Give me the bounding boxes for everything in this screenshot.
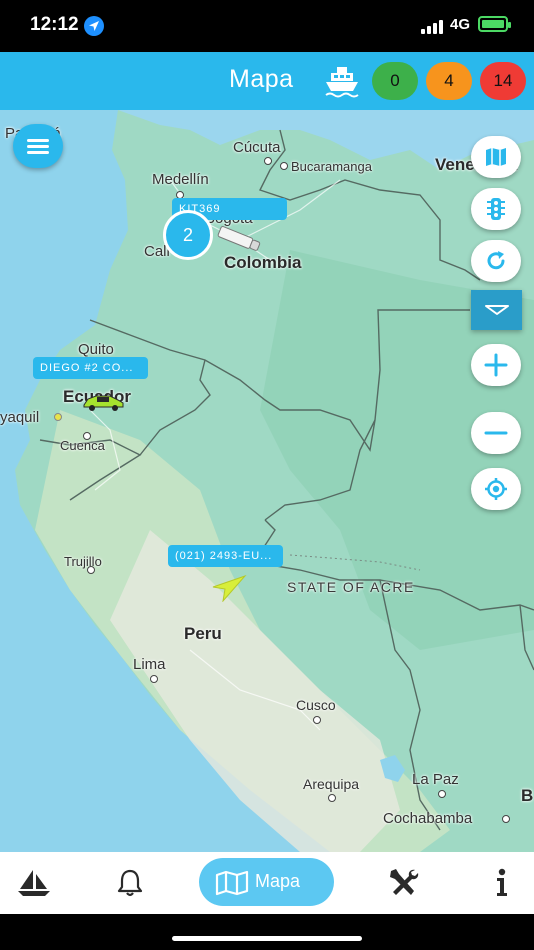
my-location-icon <box>485 478 507 500</box>
navigation-arrow-icon[interactable] <box>209 574 247 602</box>
place-medellin: Medellín <box>152 171 209 188</box>
refresh-icon <box>487 251 505 270</box>
place-guayaquil: yaquil <box>0 409 40 426</box>
city-dot <box>280 162 288 170</box>
truck-icon[interactable] <box>212 224 264 254</box>
collapse-button[interactable] <box>471 290 522 330</box>
place-cusco: Cusco <box>296 697 336 713</box>
status-count-green[interactable]: 0 <box>372 62 418 100</box>
map-layers-button[interactable] <box>471 136 521 178</box>
place-colombia: Colombia <box>224 253 302 272</box>
collapse-icon <box>485 305 509 315</box>
city-dot <box>328 794 336 802</box>
car-icon[interactable] <box>80 391 126 413</box>
zoom-in-button[interactable] <box>471 344 521 386</box>
place-lima: Lima <box>133 656 166 673</box>
map-view[interactable]: Panamá Cúcuta Bucaramanga Venezuela Mede… <box>0 110 534 852</box>
zoom-out-button[interactable] <box>471 412 521 454</box>
zoom-out-icon <box>484 431 508 435</box>
menu-button[interactable] <box>13 124 63 168</box>
place-peru: Peru <box>184 624 222 643</box>
app-header: Mapa 0 4 14 <box>0 52 534 110</box>
place-bolivia: B <box>521 786 534 805</box>
traffic-light-icon <box>487 198 505 220</box>
page-title: Mapa <box>229 65 294 93</box>
tab-map-label: Mapa <box>255 871 301 891</box>
status-count-orange[interactable]: 4 <box>426 62 472 100</box>
city-dot <box>87 566 95 574</box>
marker-cluster[interactable]: 2 <box>163 210 213 260</box>
status-bar: 12:12 4G <box>0 0 534 52</box>
place-cochabamba: Cochabamba <box>383 810 473 827</box>
info-icon <box>497 868 507 896</box>
home-indicator <box>0 914 534 950</box>
signal-icon <box>421 18 445 34</box>
city-dot <box>438 790 446 798</box>
status-time: 12:12 <box>30 14 79 35</box>
my-location-button[interactable] <box>471 468 521 510</box>
ship-icon[interactable] <box>322 64 362 98</box>
traffic-button[interactable] <box>471 188 521 230</box>
city-dot <box>264 157 272 165</box>
vehicle-label-ecuador[interactable]: DIEGO #2 CO... <box>33 357 148 379</box>
refresh-button[interactable] <box>471 240 521 282</box>
place-trujillo: Trujillo <box>64 554 102 569</box>
tab-alerts[interactable] <box>100 852 160 914</box>
vehicle-label-peru[interactable]: (021) 2493-EU... <box>168 545 283 567</box>
map-icon <box>215 870 249 896</box>
tab-vessels[interactable] <box>0 852 66 914</box>
place-arequipa: Arequipa <box>303 776 360 792</box>
city-dot <box>150 675 158 683</box>
network-type: 4G <box>450 16 471 33</box>
tab-map[interactable]: Mapa <box>199 858 334 906</box>
bell-icon <box>117 869 143 897</box>
map-layers-icon <box>486 148 506 166</box>
city-dot <box>54 413 62 421</box>
zoom-in-icon <box>484 353 508 377</box>
place-cucuta: Cúcuta <box>233 139 281 156</box>
city-dot <box>313 716 321 724</box>
tab-tools[interactable] <box>372 852 436 914</box>
place-acre: STATE OF ACRE <box>287 579 415 595</box>
place-bucaramanga: Bucaramanga <box>291 159 372 174</box>
place-lapaz: La Paz <box>412 771 459 788</box>
location-arrow-icon <box>84 16 104 36</box>
status-count-red[interactable]: 14 <box>480 62 526 100</box>
map-terrain <box>0 110 534 852</box>
sailboat-icon <box>18 870 50 896</box>
battery-icon <box>478 16 511 32</box>
place-quito: Quito <box>78 341 114 358</box>
city-dot <box>502 815 510 823</box>
tab-info[interactable] <box>474 852 534 914</box>
bottom-tab-bar: Mapa <box>0 852 534 914</box>
tools-icon <box>390 869 419 895</box>
place-cuenca: Cuenca <box>60 438 105 453</box>
